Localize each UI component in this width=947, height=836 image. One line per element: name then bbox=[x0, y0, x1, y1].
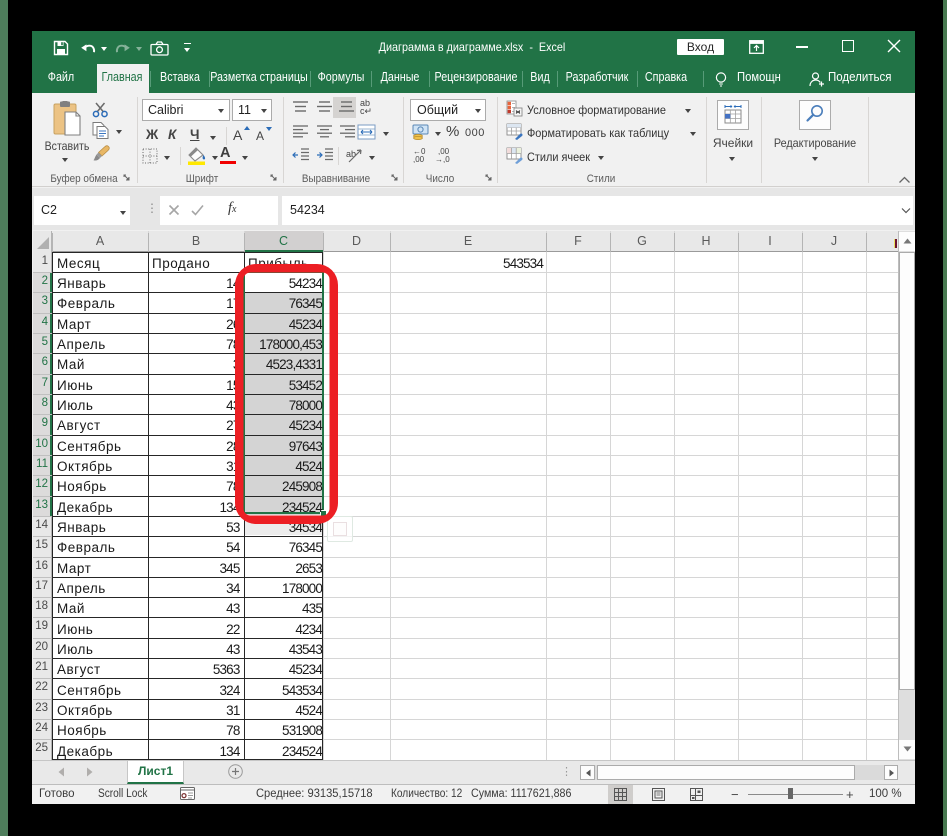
svg-text:ab: ab bbox=[346, 149, 356, 159]
svg-text:→,0: →,0 bbox=[435, 155, 450, 163]
svg-text:,00: ,00 bbox=[413, 155, 425, 163]
